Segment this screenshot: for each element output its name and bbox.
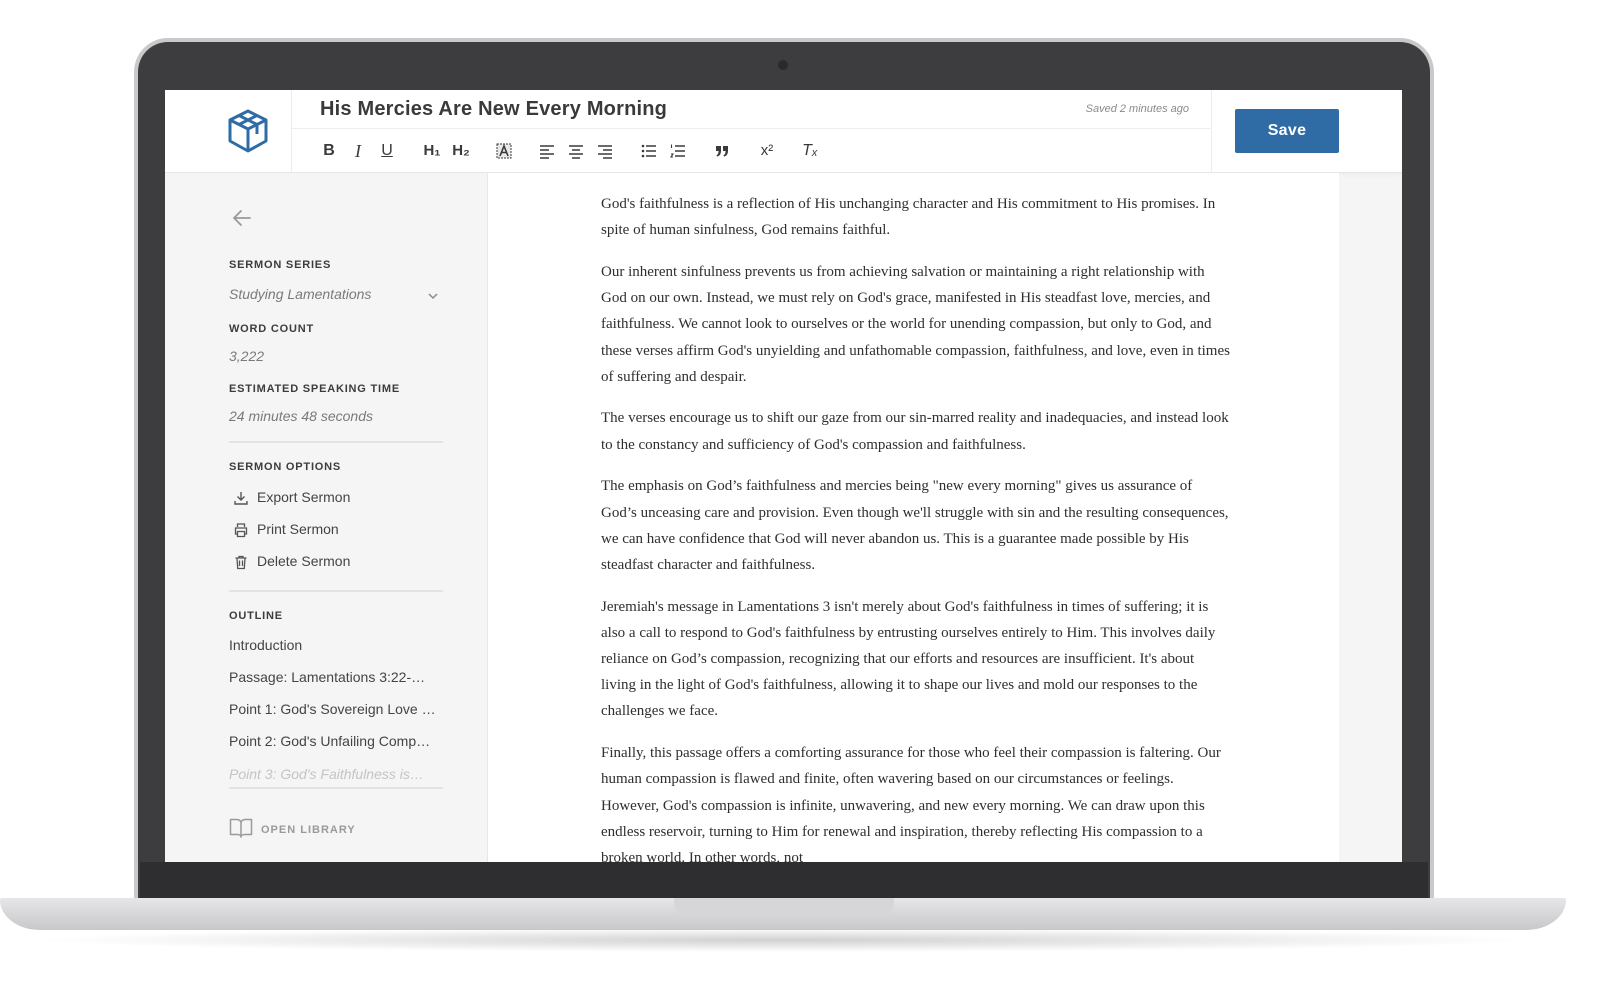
align-center-button[interactable] bbox=[565, 140, 587, 162]
back-arrow-icon[interactable] bbox=[231, 207, 253, 229]
heading-2-button[interactable]: H₂ bbox=[448, 140, 474, 162]
print-sermon-button[interactable]: Print Sermon bbox=[233, 519, 433, 541]
align-left-button[interactable] bbox=[536, 140, 558, 162]
underline-button[interactable]: U bbox=[376, 140, 398, 162]
print-sermon-label: Print Sermon bbox=[257, 521, 339, 537]
italic-button[interactable]: I bbox=[347, 140, 369, 162]
export-sermon-label: Export Sermon bbox=[257, 489, 351, 505]
sermon-options-label: SERMON OPTIONS bbox=[229, 461, 342, 473]
document-editor[interactable]: God's faithfulness is a reflection of Hi… bbox=[488, 173, 1339, 862]
save-button[interactable]: Save bbox=[1235, 109, 1339, 153]
align-right-icon bbox=[598, 145, 612, 159]
numbered-list-button[interactable] bbox=[667, 140, 689, 162]
camera-dot bbox=[778, 60, 788, 70]
word-count-value: 3,222 bbox=[229, 348, 265, 364]
printer-icon bbox=[234, 523, 248, 538]
heading-1-button[interactable]: H₁ bbox=[419, 140, 445, 162]
top-bar: His Mercies Are New Every Morning Saved … bbox=[165, 90, 1402, 173]
export-sermon-button[interactable]: Export Sermon bbox=[233, 487, 433, 509]
document-body[interactable]: God's faithfulness is a reflection of Hi… bbox=[601, 191, 1231, 862]
outline-item[interactable]: Point 3: God's Faithfulness is… bbox=[229, 766, 443, 782]
sidebar-divider bbox=[229, 441, 443, 443]
word-count-label: WORD COUNT bbox=[229, 323, 314, 335]
document-paragraph[interactable]: The emphasis on God’s faithfulness and m… bbox=[601, 473, 1231, 578]
quote-icon bbox=[716, 146, 728, 157]
laptop-notch bbox=[674, 898, 894, 916]
outline-item[interactable]: Passage: Lamentations 3:22-… bbox=[229, 669, 443, 685]
bold-button[interactable]: B bbox=[318, 140, 340, 162]
sidebar-divider bbox=[229, 590, 443, 592]
speaking-time-label: ESTIMATED SPEAKING TIME bbox=[229, 383, 400, 395]
speaking-time-value: 24 minutes 48 seconds bbox=[229, 408, 373, 424]
sermon-series-select[interactable]: Studying Lamentations bbox=[229, 286, 439, 308]
outline-label: OUTLINE bbox=[229, 610, 283, 622]
sidebar: SERMON SERIES Studying Lamentations WORD… bbox=[165, 173, 488, 862]
app-screen: His Mercies Are New Every Morning Saved … bbox=[165, 90, 1402, 862]
save-divider bbox=[1211, 90, 1212, 172]
outline-item[interactable]: Introduction bbox=[229, 637, 443, 653]
chevron-down-icon bbox=[428, 293, 438, 300]
laptop-shadow bbox=[30, 928, 1536, 952]
sermon-title[interactable]: His Mercies Are New Every Morning bbox=[320, 98, 667, 121]
document-paragraph[interactable]: Finally, this passage offers a comfortin… bbox=[601, 740, 1231, 862]
document-paragraph[interactable]: Jeremiah's message in Lamentations 3 isn… bbox=[601, 594, 1231, 725]
delete-sermon-label: Delete Sermon bbox=[257, 553, 351, 569]
sidebar-divider bbox=[229, 787, 443, 789]
saved-status: Saved 2 minutes ago bbox=[1085, 103, 1189, 115]
text-color-button[interactable] bbox=[493, 140, 515, 162]
delete-sermon-button[interactable]: Delete Sermon bbox=[233, 551, 433, 573]
align-left-icon bbox=[540, 145, 554, 159]
clear-format-button[interactable]: Tₓ bbox=[798, 140, 822, 162]
outline-item[interactable]: Point 1: God's Sovereign Love … bbox=[229, 701, 443, 717]
align-right-button[interactable] bbox=[594, 140, 616, 162]
title-divider bbox=[292, 128, 1212, 129]
bullet-list-button[interactable] bbox=[638, 140, 660, 162]
text-color-icon bbox=[496, 143, 512, 159]
document-paragraph[interactable]: God's faithfulness is a reflection of Hi… bbox=[601, 191, 1231, 243]
bullet-list-icon bbox=[641, 144, 656, 158]
trash-icon bbox=[235, 555, 247, 570]
open-library-label: OPEN LIBRARY bbox=[261, 824, 356, 836]
download-icon bbox=[234, 492, 248, 505]
outline-item[interactable]: Point 2: God's Unfailing Comp… bbox=[229, 733, 443, 749]
laptop-chin bbox=[140, 862, 1428, 900]
document-paragraph[interactable]: Our inherent sinfulness prevents us from… bbox=[601, 259, 1231, 390]
align-center-icon bbox=[569, 145, 583, 159]
book-icon bbox=[229, 818, 253, 838]
superscript-button[interactable]: x² bbox=[754, 140, 780, 162]
open-library-button[interactable]: OPEN LIBRARY bbox=[229, 817, 379, 841]
quote-button[interactable] bbox=[711, 140, 733, 162]
numbered-list-icon bbox=[670, 144, 685, 158]
sermon-series-label: SERMON SERIES bbox=[229, 259, 332, 271]
cube-logo-icon bbox=[228, 109, 268, 153]
document-paragraph[interactable]: The verses encourage us to shift our gaz… bbox=[601, 405, 1231, 457]
sermon-series-value: Studying Lamentations bbox=[229, 286, 372, 302]
logo-cell bbox=[165, 90, 292, 172]
